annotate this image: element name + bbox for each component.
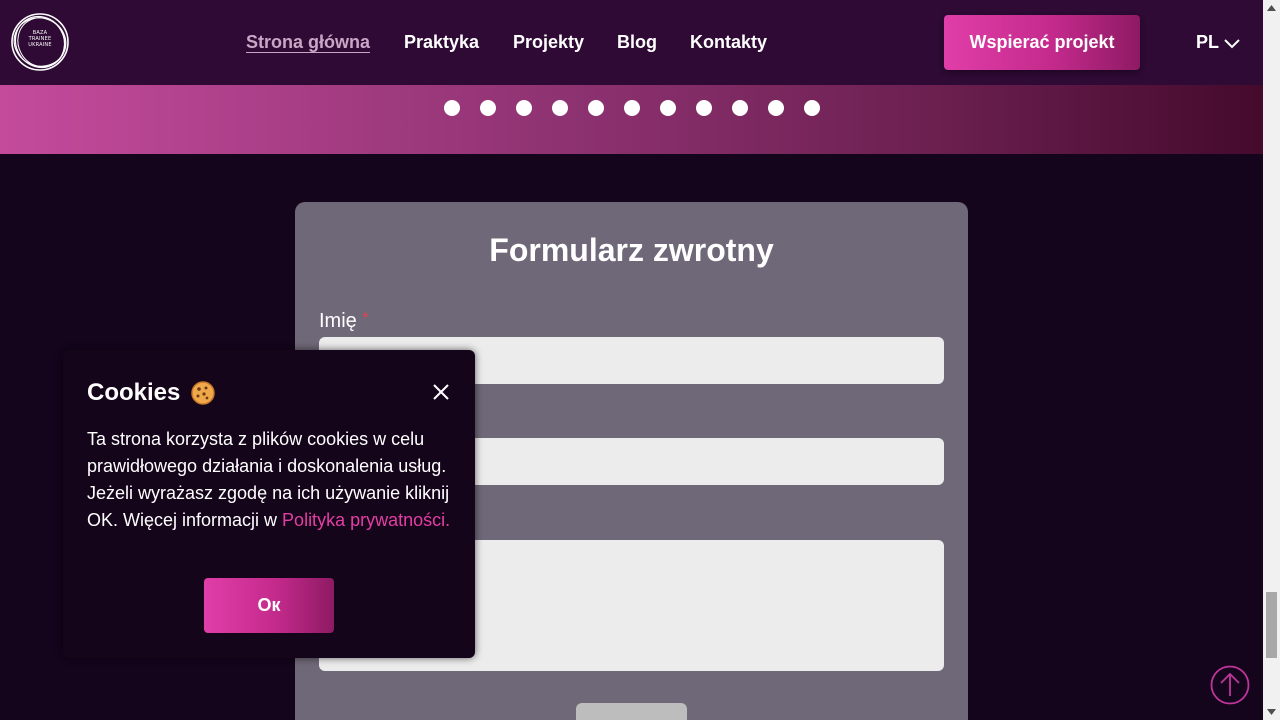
- cookie-popup: Cookies Ta strona korzysta z plików cook…: [63, 350, 475, 658]
- required-mark: *: [362, 310, 369, 327]
- logo[interactable]: BAZA TRAINEE UKRAINE: [10, 12, 70, 72]
- cookie-title: Cookies: [87, 379, 216, 407]
- slider-dot[interactable]: [588, 100, 604, 116]
- slider-dot[interactable]: [768, 100, 784, 116]
- slider-dot[interactable]: [696, 100, 712, 116]
- hero-banner: [0, 85, 1263, 154]
- logo-text: BAZA TRAINEE UKRAINE: [10, 30, 70, 48]
- nav-link-projects[interactable]: Projekty: [513, 32, 584, 53]
- slider-dots: [444, 100, 820, 116]
- privacy-policy-link[interactable]: Polityka prywatności.: [282, 510, 450, 530]
- logo-line: UKRAINE: [28, 42, 52, 48]
- close-icon[interactable]: [431, 382, 451, 402]
- cookie-ok-button[interactable]: Ок: [204, 578, 334, 633]
- language-selector[interactable]: PL: [1196, 32, 1241, 53]
- name-label: Imię *: [319, 310, 369, 333]
- language-label: PL: [1196, 32, 1220, 52]
- slider-dot[interactable]: [480, 100, 496, 116]
- cookie-title-text: Cookies: [87, 379, 181, 406]
- nav-link-practice[interactable]: Praktyka: [404, 32, 479, 53]
- form-title: Formularz zwrotny: [489, 232, 774, 268]
- site-header: BAZA TRAINEE UKRAINE Strona główna Prakt…: [0, 0, 1263, 85]
- scroll-up-arrow-icon[interactable]: [1263, 0, 1280, 17]
- nav-link-home[interactable]: Strona główna: [246, 32, 370, 53]
- slider-dot[interactable]: [552, 100, 568, 116]
- nav-link-contacts[interactable]: Kontakty: [690, 32, 767, 53]
- chevron-down-icon: [1224, 38, 1240, 48]
- slider-dot[interactable]: [732, 100, 748, 116]
- slider-dot[interactable]: [516, 100, 532, 116]
- cookie-message: Ta strona korzysta z plików cookies w ce…: [87, 426, 452, 534]
- scroll-to-top-icon[interactable]: [1210, 665, 1250, 705]
- slider-dot[interactable]: [624, 100, 640, 116]
- submit-button[interactable]: [576, 703, 687, 720]
- cookie-icon: [191, 381, 216, 405]
- name-label-text: Imię: [319, 310, 357, 332]
- scrollbar-thumb[interactable]: [1266, 592, 1277, 658]
- slider-dot[interactable]: [444, 100, 460, 116]
- slider-dot[interactable]: [804, 100, 820, 116]
- page-scrollbar[interactable]: [1263, 0, 1280, 720]
- support-project-button[interactable]: Wspierać projekt: [944, 15, 1140, 70]
- scroll-down-arrow-icon[interactable]: [1263, 703, 1280, 720]
- slider-dot[interactable]: [660, 100, 676, 116]
- nav-link-blog[interactable]: Blog: [617, 32, 657, 53]
